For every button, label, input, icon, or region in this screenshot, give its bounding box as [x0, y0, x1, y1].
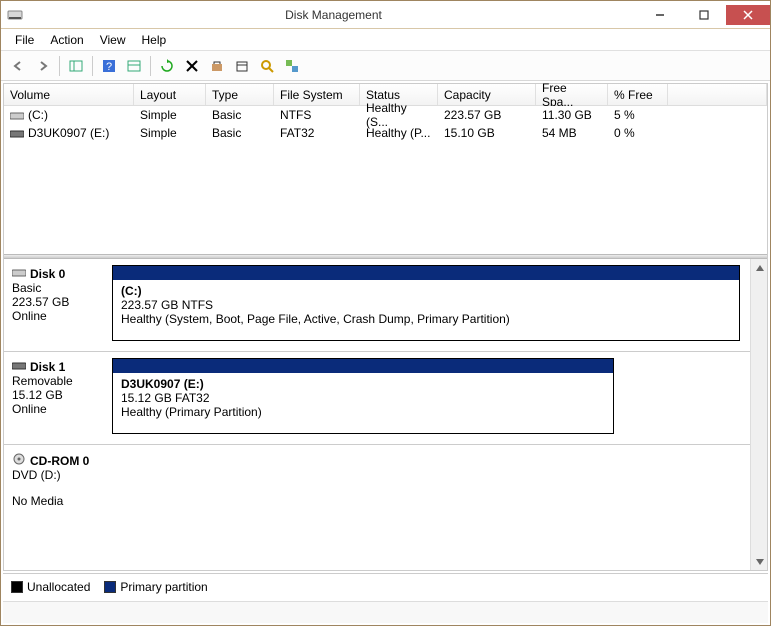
menu-view[interactable]: View [92, 31, 134, 49]
disk-info: Disk 0 Basic 223.57 GB Online [4, 259, 112, 351]
menu-help[interactable]: Help [134, 31, 175, 49]
volume-name: (C:) [28, 108, 48, 122]
cdrom-icon [12, 453, 26, 468]
app-icon [7, 7, 23, 23]
disk-icon [12, 267, 26, 281]
volume-row[interactable]: D3UK0907 (E:) Simple Basic FAT32 Healthy… [4, 124, 767, 142]
window-title: Disk Management [29, 8, 638, 22]
titlebar[interactable]: Disk Management [1, 1, 770, 29]
more-button[interactable] [281, 55, 303, 77]
disk-info: CD-ROM 0 DVD (D:) No Media [4, 445, 112, 524]
delete-button[interactable] [181, 55, 203, 77]
toolbar: ? [1, 51, 770, 81]
settings-button[interactable] [206, 55, 228, 77]
removable-icon [12, 360, 26, 374]
volume-name: D3UK0907 (E:) [28, 126, 109, 140]
partition-stripe [113, 359, 613, 373]
scroll-down-button[interactable] [752, 553, 767, 570]
disk-row-1[interactable]: Disk 1 Removable 15.12 GB Online D3UK090… [4, 351, 750, 444]
drive-icon [10, 110, 24, 120]
col-layout[interactable]: Layout [134, 84, 206, 105]
legend-unallocated-swatch [11, 581, 23, 593]
col-free[interactable]: Free Spa... [536, 84, 608, 105]
vertical-scrollbar[interactable] [750, 259, 767, 570]
col-filesystem[interactable]: File System [274, 84, 360, 105]
explore-button[interactable] [256, 55, 278, 77]
col-spacer [668, 84, 767, 105]
legend-primary-swatch [104, 581, 116, 593]
col-type[interactable]: Type [206, 84, 274, 105]
partition-c[interactable]: (C:) 223.57 GB NTFS Healthy (System, Boo… [112, 265, 740, 341]
col-pct-free[interactable]: % Free [608, 84, 668, 105]
drive-icon [10, 128, 24, 138]
properties-button[interactable] [123, 55, 145, 77]
col-volume[interactable]: Volume [4, 84, 134, 105]
partition-stripe [113, 266, 739, 280]
back-button[interactable] [7, 55, 29, 77]
action-button[interactable] [231, 55, 253, 77]
volume-list: Volume Layout Type File System Status Ca… [4, 84, 767, 254]
scroll-up-button[interactable] [752, 259, 767, 276]
volume-row[interactable]: (C:) Simple Basic NTFS Healthy (S... 223… [4, 106, 767, 124]
graphical-view: Disk 0 Basic 223.57 GB Online (C:) 223.5… [4, 259, 767, 570]
menu-action[interactable]: Action [42, 31, 91, 49]
refresh-button[interactable] [156, 55, 178, 77]
disk-info: Disk 1 Removable 15.12 GB Online [4, 352, 112, 444]
volume-rows[interactable]: (C:) Simple Basic NTFS Healthy (S... 223… [4, 106, 767, 253]
partition-e[interactable]: D3UK0907 (E:) 15.12 GB FAT32 Healthy (Pr… [112, 358, 614, 434]
legend: Unallocated Primary partition [3, 573, 768, 599]
help-button[interactable]: ? [98, 55, 120, 77]
disk-row-0[interactable]: Disk 0 Basic 223.57 GB Online (C:) 223.5… [4, 259, 750, 351]
content-frame: Volume Layout Type File System Status Ca… [3, 83, 768, 571]
close-button[interactable] [726, 5, 770, 25]
statusbar [3, 601, 768, 623]
col-capacity[interactable]: Capacity [438, 84, 536, 105]
svg-text:?: ? [106, 61, 112, 73]
menubar: File Action View Help [1, 29, 770, 51]
maximize-button[interactable] [682, 5, 726, 25]
menu-file[interactable]: File [7, 31, 42, 49]
disk-management-window: Disk Management File Action View Help ? … [0, 0, 771, 626]
disk-row-2[interactable]: CD-ROM 0 DVD (D:) No Media [4, 444, 750, 524]
minimize-button[interactable] [638, 5, 682, 25]
forward-button[interactable] [32, 55, 54, 77]
show-hide-tree-button[interactable] [65, 55, 87, 77]
